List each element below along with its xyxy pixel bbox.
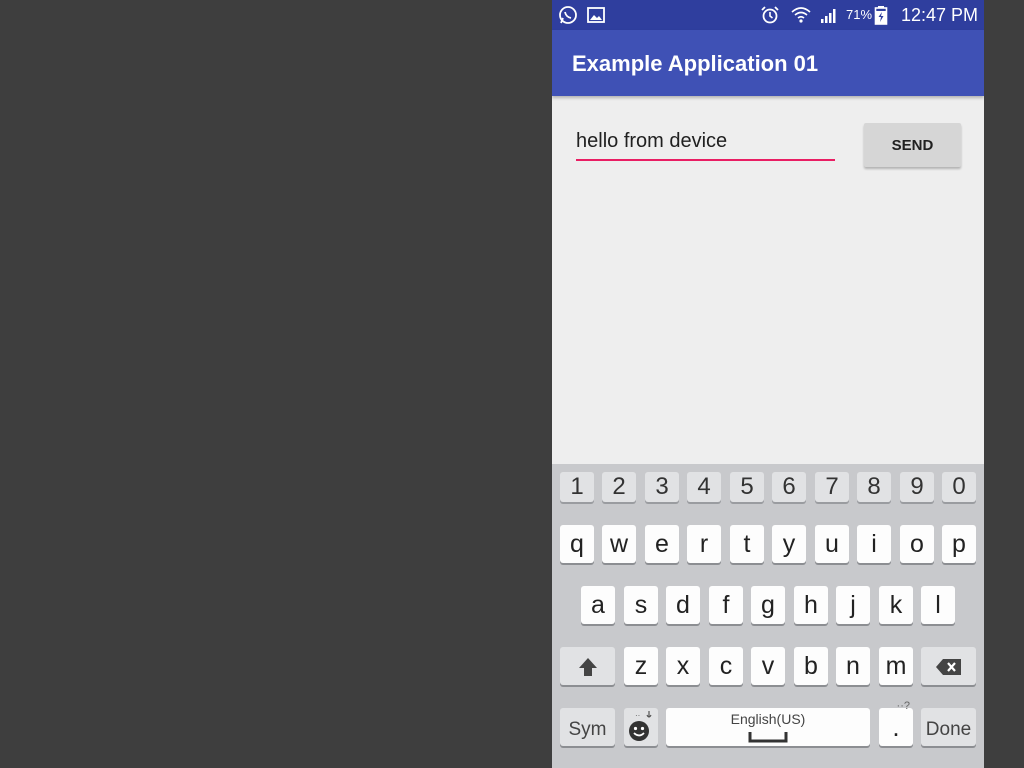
- key-z[interactable]: z: [624, 647, 658, 685]
- backspace-key[interactable]: [921, 647, 976, 685]
- emoji-key[interactable]: ··: [624, 708, 658, 746]
- shift-arrow-icon: [578, 658, 597, 677]
- space-key[interactable]: English(US): [666, 708, 870, 746]
- key-u[interactable]: u: [815, 525, 849, 563]
- whatsapp-icon: [559, 6, 577, 24]
- key-2[interactable]: 2: [602, 472, 636, 502]
- wifi-icon: [791, 7, 811, 23]
- key-w[interactable]: w: [602, 525, 636, 563]
- key-0[interactable]: 0: [942, 472, 976, 502]
- status-time: 12:47 PM: [900, 5, 978, 25]
- key-k[interactable]: k: [879, 586, 913, 624]
- app-title: Example Application 01: [572, 51, 819, 76]
- battery-percent: 71%: [846, 7, 873, 22]
- shift-key[interactable]: [560, 647, 615, 685]
- battery-charging-icon: [874, 6, 888, 25]
- key-y[interactable]: y: [772, 525, 806, 563]
- key-6[interactable]: 6: [772, 472, 806, 502]
- key-s[interactable]: s: [624, 586, 658, 624]
- key-c[interactable]: c: [709, 647, 743, 685]
- period-key-label: .: [892, 712, 900, 742]
- key-p[interactable]: p: [942, 525, 976, 563]
- done-key-label: Done: [925, 719, 972, 740]
- status-bar: 71% 12:47 PM: [552, 0, 984, 30]
- key-7[interactable]: 7: [815, 472, 849, 502]
- done-key[interactable]: Done: [921, 708, 976, 746]
- key-a[interactable]: a: [581, 586, 615, 624]
- key-x[interactable]: x: [666, 647, 700, 685]
- key-h[interactable]: h: [794, 586, 828, 624]
- period-key[interactable]: ··? .: [879, 700, 913, 746]
- key-n[interactable]: n: [836, 647, 870, 685]
- key-d[interactable]: d: [666, 586, 700, 624]
- key-5[interactable]: 5: [730, 472, 764, 502]
- sym-key[interactable]: Sym: [560, 708, 615, 746]
- space-bar-icon: [748, 732, 788, 743]
- key-j[interactable]: j: [836, 586, 870, 624]
- key-e[interactable]: e: [645, 525, 679, 563]
- key-1[interactable]: 1: [560, 472, 594, 502]
- backspace-icon: [935, 659, 961, 676]
- key-f[interactable]: f: [709, 586, 743, 624]
- key-r[interactable]: r: [687, 525, 721, 563]
- key-9[interactable]: 9: [900, 472, 934, 502]
- sym-key-label: Sym: [568, 719, 607, 740]
- key-4[interactable]: 4: [687, 472, 721, 502]
- key-q[interactable]: q: [560, 525, 594, 563]
- key-b[interactable]: b: [794, 647, 828, 685]
- key-8[interactable]: 8: [857, 472, 891, 502]
- signal-icon: [821, 9, 836, 23]
- phone-screen: 71% 12:47 PM Example Application 01 SEND…: [552, 0, 984, 768]
- key-g[interactable]: g: [751, 586, 785, 624]
- emoji-icon: ··: [629, 711, 652, 741]
- key-v[interactable]: v: [751, 647, 785, 685]
- period-hint-label: ··?: [896, 700, 910, 712]
- send-button[interactable]: SEND: [864, 123, 961, 167]
- key-l[interactable]: l: [921, 586, 955, 624]
- gallery-icon: [587, 7, 605, 23]
- alarm-icon: [761, 6, 779, 24]
- svg-text:··: ··: [635, 711, 640, 720]
- space-language-label: English(US): [730, 711, 806, 727]
- soft-keyboard: 1 2 3 4 5 6 7 8 9 0 q w e r t y u i o p …: [552, 464, 984, 768]
- key-3[interactable]: 3: [645, 472, 679, 502]
- key-i[interactable]: i: [857, 525, 891, 563]
- key-o[interactable]: o: [900, 525, 934, 563]
- app-bar: Example Application 01: [552, 30, 984, 96]
- message-input[interactable]: [576, 127, 835, 161]
- key-m[interactable]: m: [879, 647, 913, 685]
- key-t[interactable]: t: [730, 525, 764, 563]
